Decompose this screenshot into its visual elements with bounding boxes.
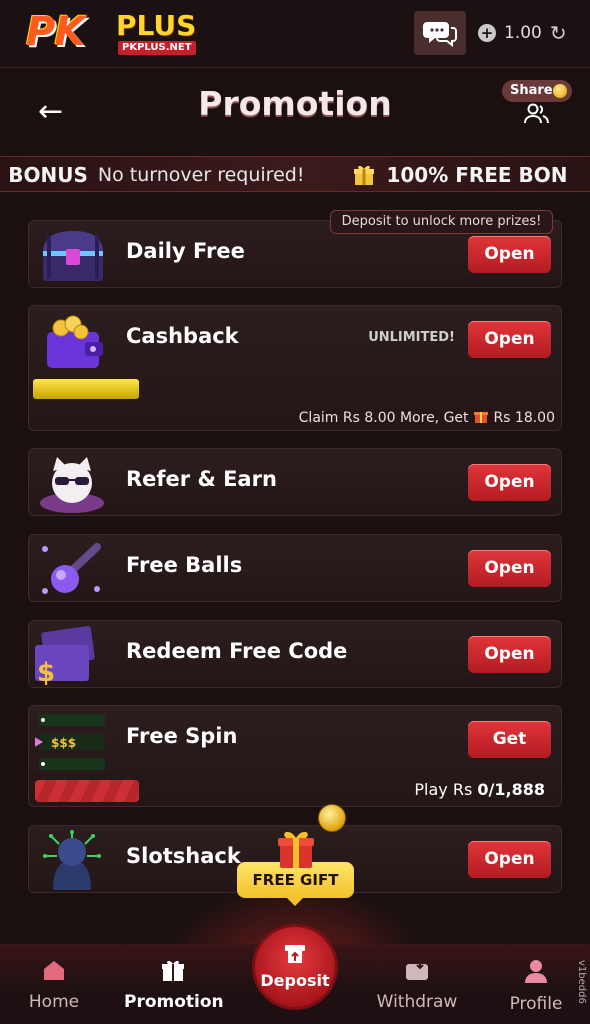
ticker-text-1: EE BONUS: [0, 163, 88, 187]
promo-card-refer-earn[interactable]: Refer & Earn Open: [28, 448, 562, 516]
promo-title: Refer & Earn: [126, 467, 277, 491]
balance-value: 1.00: [504, 23, 542, 43]
nav-withdraw-label: Withdraw: [376, 992, 458, 1012]
nav-profile-label: Profile: [509, 994, 563, 1014]
gift-icon: [354, 165, 375, 185]
claim-prefix: Claim Rs 8.00 More, Get: [298, 410, 469, 426]
brand-logo[interactable]: PK PLUS PKPLUS.NET: [26, 9, 208, 55]
play-value: 0/1,888: [477, 780, 545, 799]
free-spin-progress-bar: [35, 780, 139, 802]
cashback-claim-text: Claim Rs 8.00 More, Get Rs 18.00: [299, 408, 555, 426]
coin-icon: [318, 804, 346, 832]
claim-suffix: Rs 18.00: [493, 410, 555, 426]
free-spin-get-button[interactable]: Get: [468, 721, 551, 758]
free-spin-play-text: Play Rs 0/1,888: [414, 780, 545, 799]
top-bar: PK PLUS PKPLUS.NET + 1.00 ↻: [0, 0, 590, 68]
ticker-text-2: No turnover required!: [97, 164, 305, 186]
treasure-chest-icon: [43, 231, 103, 281]
nav-withdraw[interactable]: Withdraw: [374, 958, 460, 1012]
users-icon[interactable]: [522, 102, 550, 126]
logo-url: PKPLUS.NET: [118, 41, 196, 55]
nav-promotion[interactable]: Promotion: [124, 958, 224, 1012]
nav-home-label: Home: [28, 992, 80, 1012]
add-funds-icon[interactable]: +: [478, 24, 496, 42]
promo-ticker: EE BONUS No turnover required! 100% FREE…: [0, 156, 590, 192]
cat-mascot-icon: [40, 457, 104, 513]
unlimited-badge: UNLIMITED!: [368, 330, 455, 345]
wallet-coins-icon: [47, 315, 103, 368]
ticket-icon: $: [35, 626, 95, 685]
deposit-label: Deposit: [260, 971, 330, 990]
promo-card-free-spin[interactable]: $$$ Free Spin Get Play Rs 0/1,888: [28, 705, 562, 807]
home-icon: [44, 961, 64, 980]
deposit-icon: [285, 945, 305, 963]
promo-title: Cashback: [126, 324, 239, 348]
logo-pk: PK: [26, 9, 85, 55]
coin-icon: [553, 84, 567, 98]
share-label: Share: [510, 83, 553, 98]
deposit-button[interactable]: Deposit: [252, 924, 338, 1010]
deposit-unlock-note: Deposit to unlock more prizes!: [330, 210, 553, 234]
slot-machine-icon: $$$: [35, 714, 105, 770]
promo-card-redeem-code[interactable]: $ Redeem Free Code Open: [28, 620, 562, 688]
nav-promotion-label: Promotion: [124, 992, 224, 1012]
gift-icon: [473, 412, 488, 423]
comet-ball-icon: [42, 543, 101, 594]
free-balls-open-button[interactable]: Open: [468, 550, 551, 587]
cashback-open-button[interactable]: Open: [468, 321, 551, 358]
ticker-text-3: 100% FREE BON: [386, 163, 568, 187]
version-text: v1bedd6: [576, 960, 587, 1004]
cashback-progress-bar: [31, 376, 139, 399]
balance: + 1.00 ↻: [478, 18, 567, 48]
refer-open-button[interactable]: Open: [468, 464, 551, 501]
logo-plus: PLUS: [116, 9, 197, 42]
redeem-open-button[interactable]: Open: [468, 636, 551, 673]
svg-text:$$$: $$$: [51, 736, 76, 750]
share-button[interactable]: Share: [502, 80, 572, 102]
promo-title: Daily Free: [126, 239, 245, 263]
wallet-icon: [406, 960, 428, 980]
promo-card-free-balls[interactable]: Free Balls Open: [28, 534, 562, 602]
promo-card-cashback[interactable]: Cashback UNLIMITED! Open Claim Rs 8.00 M…: [28, 305, 562, 431]
chat-button[interactable]: [414, 11, 466, 55]
svg-text:$: $: [37, 658, 55, 685]
gift-box-icon[interactable]: [274, 826, 318, 870]
slotshack-open-button[interactable]: Open: [468, 841, 551, 878]
cashback-progress-fill: [33, 379, 139, 399]
nav-profile[interactable]: Profile: [506, 958, 566, 1014]
promo-title: Free Spin: [126, 724, 238, 748]
play-prefix: Play Rs: [414, 780, 473, 799]
gift-icon: [162, 960, 184, 981]
daily-free-open-button[interactable]: Open: [468, 236, 551, 273]
promo-title: Redeem Free Code: [126, 639, 348, 663]
promo-title: Free Balls: [126, 553, 243, 577]
promo-title: Slotshack: [126, 844, 241, 868]
refresh-icon[interactable]: ↻: [550, 21, 567, 45]
profile-icon: [525, 960, 547, 983]
chat-bubbles-icon: [423, 22, 457, 48]
nav-home[interactable]: Home: [24, 958, 84, 1012]
hacker-icon: [43, 830, 101, 890]
